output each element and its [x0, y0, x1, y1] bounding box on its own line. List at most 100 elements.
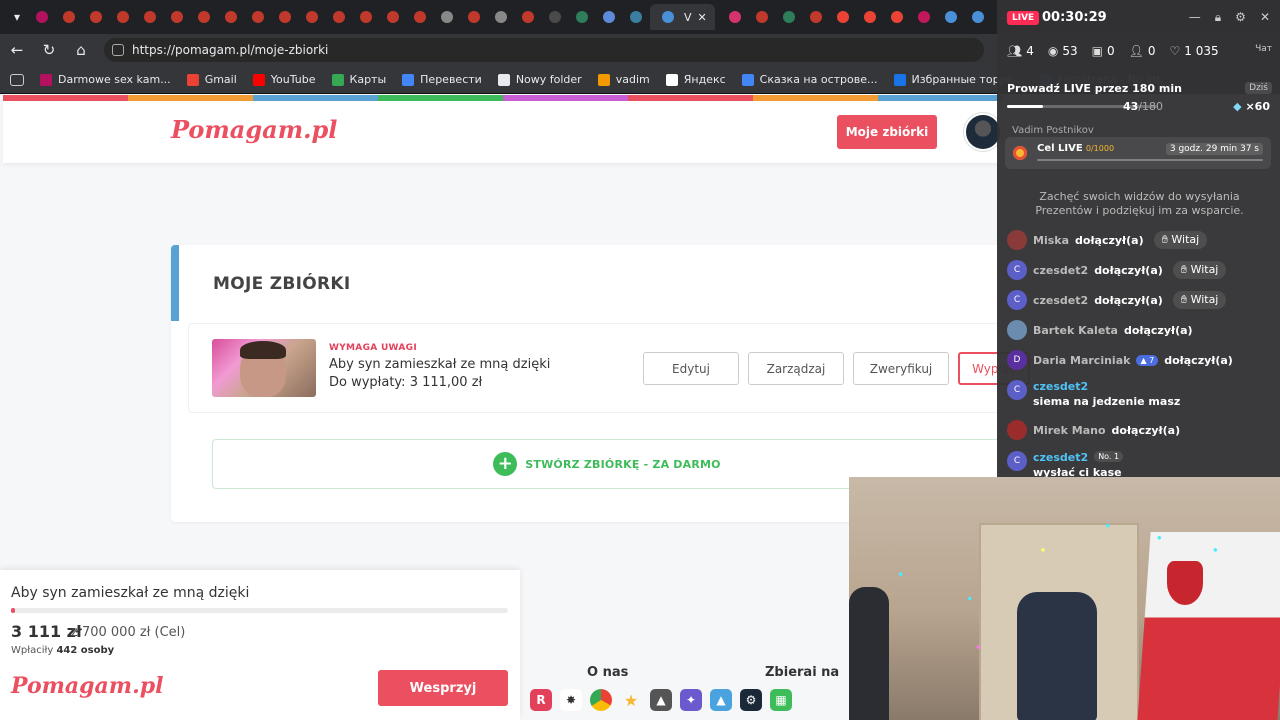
live-goal-box[interactable]: Cel LIVE 0/1000 3 godz. 29 min 37 s: [1005, 137, 1271, 169]
manage-button[interactable]: Zarządzaj: [748, 352, 844, 385]
tab-favicon-icon[interactable]: [194, 7, 214, 27]
tab-favicon-icon[interactable]: [860, 7, 880, 27]
edit-button[interactable]: Edytuj: [643, 352, 739, 385]
bookmark-item[interactable]: Перевести: [402, 73, 482, 86]
url-bar[interactable]: https://pomagam.pl/moje-zbiorki: [104, 38, 984, 62]
chat-username[interactable]: Daria Marciniak: [1033, 354, 1130, 367]
minecraft-icon[interactable]: ▦: [770, 689, 792, 711]
chat-avatar[interactable]: [1007, 420, 1027, 440]
tab-favicon-icon[interactable]: [752, 7, 772, 27]
tab-favicon-icon[interactable]: [221, 7, 241, 27]
live-stats: 👥︎ 4 ◉ 53 ▣ 0 👤︎ 0 ♡ 1 035: [1007, 44, 1219, 58]
my-campaigns-button[interactable]: Moje zbiórki: [837, 115, 937, 149]
chat-avatar[interactable]: C: [1007, 260, 1027, 280]
tab-favicon-icon[interactable]: [248, 7, 268, 27]
tab-favicon-icon[interactable]: [356, 7, 376, 27]
wave-button[interactable]: ✋︎ Witaj: [1172, 261, 1227, 279]
bookmark-item[interactable]: Сказка на острове...: [741, 73, 878, 86]
tab-favicon-icon[interactable]: [491, 7, 511, 27]
chrome-icon[interactable]: [590, 689, 612, 711]
tab-close-icon[interactable]: ✕: [698, 11, 707, 24]
settings-icon[interactable]: ⚙: [1235, 10, 1246, 25]
tab-favicon-icon[interactable]: [725, 7, 745, 27]
tab-favicon-icon[interactable]: [941, 7, 961, 27]
graduation-app-icon[interactable]: ▲: [650, 689, 672, 711]
lock-icon[interactable]: 🔒︎: [1215, 10, 1221, 25]
bookmark-item[interactable]: Gmail: [186, 73, 237, 86]
today-tab[interactable]: Dziś: [1245, 82, 1272, 94]
apps-icon[interactable]: [10, 73, 24, 86]
chat-username[interactable]: Mirek Mano: [1033, 424, 1106, 437]
tab-favicon-icon[interactable]: [329, 7, 349, 27]
chat-avatar[interactable]: C: [1007, 451, 1027, 471]
chat-username[interactable]: czesdet2: [1033, 451, 1088, 464]
chat-avatar[interactable]: [1007, 320, 1027, 340]
app-icon-compass[interactable]: ✸: [560, 689, 582, 711]
home-icon[interactable]: ⌂: [72, 41, 90, 59]
tab-favicon-icon[interactable]: [806, 7, 826, 27]
tab-favicon-icon[interactable]: [59, 7, 79, 27]
live-badge: LIVE: [1007, 11, 1040, 25]
tab-favicon-icon[interactable]: [275, 7, 295, 27]
bookmark-item[interactable]: Darmowe sex kam...: [40, 73, 171, 86]
tab-favicon-icon[interactable]: [545, 7, 565, 27]
tab-favicon-icon[interactable]: [437, 7, 457, 27]
chat-username[interactable]: czesdet2: [1033, 380, 1088, 393]
site-info-icon[interactable]: [112, 44, 124, 56]
bookmark-item[interactable]: Карты: [331, 73, 386, 86]
bookmark-item[interactable]: Яндекс: [665, 73, 726, 86]
chat-username[interactable]: czesdet2: [1033, 294, 1088, 307]
chat-avatar[interactable]: C: [1007, 380, 1027, 400]
tab-favicon-icon[interactable]: [410, 7, 430, 27]
live-timer: 00:30:29: [1042, 10, 1107, 25]
star-app-icon[interactable]: ★: [620, 689, 642, 711]
tab-favicon-icon[interactable]: [167, 7, 187, 27]
tab-favicon-icon[interactable]: [599, 7, 619, 27]
tab-favicon-icon[interactable]: [383, 7, 403, 27]
bookmark-item[interactable]: vadim: [597, 73, 650, 86]
chat-username[interactable]: Miska: [1033, 234, 1069, 247]
bookmark-item[interactable]: Nowy folder: [497, 73, 582, 86]
tab-favicon-icon[interactable]: [113, 7, 133, 27]
chat-avatar[interactable]: C: [1007, 290, 1027, 310]
verify-button[interactable]: Zweryfikuj: [853, 352, 949, 385]
footer-collecting[interactable]: Zbierai na: [765, 665, 839, 680]
chat-username[interactable]: czesdet2: [1033, 264, 1088, 277]
tab-favicon-icon[interactable]: [32, 7, 52, 27]
back-arrow-icon[interactable]: ←: [8, 41, 26, 59]
paint-app-icon[interactable]: ✦: [680, 689, 702, 711]
chat-username[interactable]: Bartek Kaleta: [1033, 324, 1118, 337]
tab-favicon-icon[interactable]: [626, 7, 646, 27]
site-logo[interactable]: Pomagam.pl: [171, 115, 337, 144]
tab-favicon-icon[interactable]: [86, 7, 106, 27]
chat-tab[interactable]: Чат: [1255, 44, 1272, 54]
tab-favicon-icon[interactable]: [140, 7, 160, 27]
campaign-thumbnail[interactable]: [212, 339, 316, 397]
tab-favicon-icon[interactable]: [968, 7, 988, 27]
tab-favicon-icon[interactable]: [572, 7, 592, 27]
close-icon[interactable]: ✕: [1260, 10, 1270, 25]
chat-avatar[interactable]: D: [1007, 350, 1027, 370]
wave-button[interactable]: ✋︎ Witaj: [1172, 291, 1227, 309]
campaign-title[interactable]: Aby syn zamieszkał ze mną dzięki: [329, 357, 550, 372]
steam-icon[interactable]: ⚙: [740, 689, 762, 711]
bookmark-item[interactable]: YouTube: [252, 73, 316, 86]
tab-search-icon[interactable]: ▾: [6, 6, 28, 28]
chat-avatar[interactable]: [1007, 230, 1027, 250]
wave-button[interactable]: ✋︎ Witaj: [1153, 231, 1208, 249]
reload-icon[interactable]: ↻: [40, 41, 58, 59]
minimize-icon[interactable]: —: [1189, 10, 1201, 25]
tab-favicon-icon[interactable]: [302, 7, 322, 27]
tab-favicon-icon[interactable]: [779, 7, 799, 27]
tab-favicon-icon[interactable]: [518, 7, 538, 27]
donate-button[interactable]: Wesprzyj: [378, 670, 508, 706]
card-accent-bar: [171, 245, 179, 321]
tab-favicon-icon[interactable]: [887, 7, 907, 27]
tab-favicon-icon[interactable]: [833, 7, 853, 27]
tab-favicon-icon[interactable]: [464, 7, 484, 27]
photos-app-icon[interactable]: ▲: [710, 689, 732, 711]
app-icon-r[interactable]: R: [530, 689, 552, 711]
footer-about[interactable]: O nas: [587, 665, 628, 680]
tab-favicon-icon[interactable]: [914, 7, 934, 27]
tab-active[interactable]: V ✕: [650, 4, 715, 30]
